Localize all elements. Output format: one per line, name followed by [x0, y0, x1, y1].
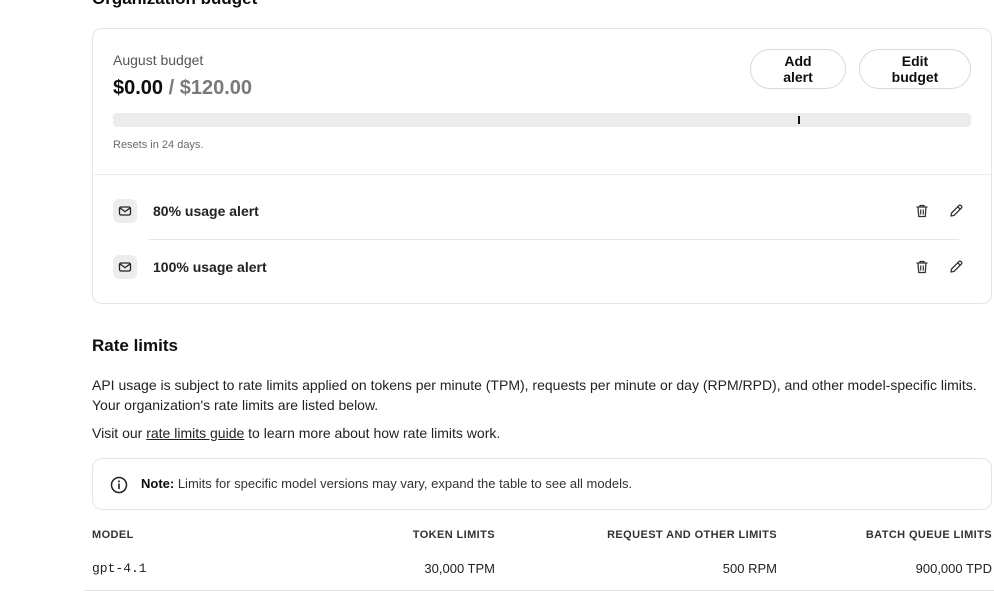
rate-limits-description: API usage is subject to rate limits appl…	[92, 377, 977, 413]
table-row-divider	[84, 590, 994, 591]
trash-icon[interactable]	[910, 255, 934, 279]
usage-limits-page: Organization budget August budget $0.00 …	[0, 0, 994, 593]
rate-limits-guide-link[interactable]: rate limits guide	[146, 425, 244, 441]
budget-amount: $0.00 / $120.00	[113, 77, 252, 100]
note-label: Note:	[141, 476, 175, 491]
request-limit-cell: 500 RPM	[722, 561, 777, 576]
budget-limit: $120.00	[179, 77, 253, 99]
alert-threshold-marker	[798, 116, 801, 124]
pencil-icon[interactable]	[944, 255, 968, 279]
budget-spent: $0.00	[113, 77, 164, 99]
budget-period-label: August budget	[113, 52, 204, 68]
alert-label: 80% usage alert	[153, 203, 259, 219]
column-header-model: MODEL	[92, 529, 134, 541]
budget-section-title: Organization budget	[92, 0, 257, 9]
note-body: Limits for specific model versions may v…	[174, 476, 633, 491]
budget-resets-text: Resets in 24 days.	[113, 139, 204, 151]
budget-summary: August budget $0.00 / $120.00 Add alert …	[93, 29, 991, 175]
rate-limits-guide-text: Visit our rate limits guide to learn mor…	[92, 423, 500, 443]
budget-card: August budget $0.00 / $120.00 Add alert …	[92, 28, 992, 304]
batch-limit-cell: 900,000 TPD	[915, 561, 992, 576]
trash-icon[interactable]	[910, 199, 934, 223]
budget-separator: /	[163, 77, 180, 99]
info-icon	[109, 475, 129, 495]
add-alert-button[interactable]: Add alert	[750, 49, 846, 89]
budget-progress-bar	[113, 113, 971, 127]
column-header-request-limits: REQUEST AND OTHER LIMITS	[607, 529, 777, 541]
visit-prefix: Visit our	[92, 425, 147, 441]
pencil-icon[interactable]	[944, 199, 968, 223]
alert-row: 100% usage alert	[93, 247, 991, 287]
column-header-batch-queue-limits: BATCH QUEUE LIMITS	[865, 529, 992, 541]
mail-icon	[113, 255, 137, 279]
token-limit-cell: 30,000 TPM	[424, 561, 495, 576]
model-name-cell[interactable]: gpt-4.1	[92, 561, 147, 576]
note-text: Note: Limits for specific model versions…	[141, 476, 632, 491]
alert-label: 100% usage alert	[153, 259, 267, 275]
note-banner: Note: Limits for specific model versions…	[92, 458, 992, 510]
alert-row: 80% usage alert	[93, 191, 991, 231]
alert-divider	[149, 239, 959, 240]
rate-limits-title: Rate limits	[92, 336, 178, 355]
mail-icon	[113, 199, 137, 223]
visit-suffix: to learn more about how rate limits work…	[244, 425, 501, 441]
edit-budget-button[interactable]: Edit budget	[859, 49, 971, 89]
column-header-token-limits: TOKEN LIMITS	[412, 529, 495, 541]
